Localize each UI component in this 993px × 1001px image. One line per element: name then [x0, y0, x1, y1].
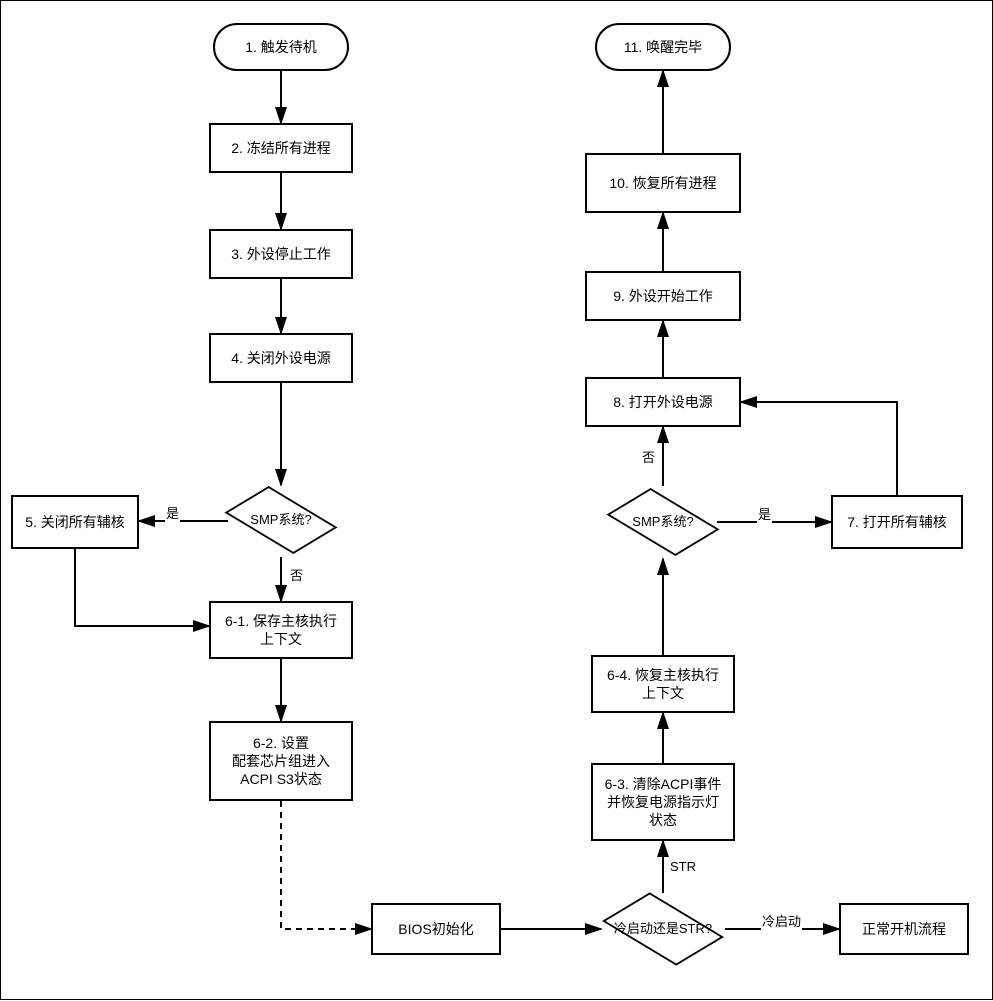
node-label: 正常开机流程	[862, 920, 946, 938]
node-open-aux-cores: 7. 打开所有辅核	[831, 495, 963, 549]
node-label: 1. 触发待机	[245, 38, 317, 56]
node-label: SMP系统?	[608, 487, 718, 557]
decision-cold-or-str: 冷启动还是STR?	[603, 893, 723, 965]
node-label: 6-3. 清除ACPI事件并恢复电源指示灯状态	[601, 775, 725, 830]
node-label: 2. 冻结所有进程	[231, 139, 331, 157]
node-label: 6-4. 恢复主核执行上下文	[601, 666, 725, 702]
node-save-main-context: 6-1. 保存主核执行上下文	[209, 601, 353, 659]
node-stop-peripherals: 3. 外设停止工作	[209, 229, 353, 279]
node-clear-acpi-events: 6-3. 清除ACPI事件并恢复电源指示灯状态	[591, 763, 735, 841]
edge-label-yes-right: 是	[757, 504, 772, 523]
node-resume-processes: 10. 恢复所有进程	[585, 153, 741, 213]
node-power-on-peripherals: 8. 打开外设电源	[585, 377, 741, 427]
node-label: 冷启动还是STR?	[603, 893, 723, 965]
node-label: 4. 关闭外设电源	[231, 349, 331, 367]
node-label: 6-2. 设置 配套芯片组进入 ACPI S3状态	[232, 734, 330, 789]
decision-smp-left: SMP系统?	[226, 485, 336, 555]
node-label: 9. 外设开始工作	[613, 287, 713, 305]
node-label: BIOS初始化	[398, 920, 473, 938]
node-close-aux-cores: 5. 关闭所有辅核	[11, 495, 139, 549]
node-label: 5. 关闭所有辅核	[25, 513, 125, 531]
node-label: 11. 唤醒完毕	[624, 38, 702, 56]
edge-label-no-left: 否	[289, 565, 304, 584]
node-label: 7. 打开所有辅核	[847, 513, 947, 531]
node-bios-init: BIOS初始化	[371, 903, 501, 955]
node-wakeup-complete: 11. 唤醒完毕	[595, 23, 731, 71]
node-set-acpi-s3: 6-2. 设置 配套芯片组进入 ACPI S3状态	[209, 721, 353, 801]
node-restore-main-context: 6-4. 恢复主核执行上下文	[591, 655, 735, 713]
node-label: SMP系统?	[226, 485, 336, 555]
node-freeze-processes: 2. 冻结所有进程	[209, 123, 353, 173]
node-label: 8. 打开外设电源	[613, 393, 713, 411]
node-label: 6-1. 保存主核执行上下文	[219, 612, 343, 648]
edge-label-cold: 冷启动	[761, 911, 802, 930]
edge-label-str: STR	[669, 859, 697, 874]
node-label: 10. 恢复所有进程	[609, 174, 716, 192]
node-normal-boot: 正常开机流程	[839, 903, 969, 955]
edge-label-yes-left: 是	[165, 503, 180, 522]
edge-label-no-right: 否	[641, 447, 656, 466]
decision-smp-right: SMP系统?	[608, 487, 718, 557]
node-start-peripherals: 9. 外设开始工作	[585, 271, 741, 321]
node-power-off-peripherals: 4. 关闭外设电源	[209, 333, 353, 383]
flowchart-canvas: 1. 触发待机 2. 冻结所有进程 3. 外设停止工作 4. 关闭外设电源 SM…	[0, 0, 993, 1000]
node-trigger-standby: 1. 触发待机	[213, 23, 349, 71]
node-label: 3. 外设停止工作	[231, 245, 331, 263]
